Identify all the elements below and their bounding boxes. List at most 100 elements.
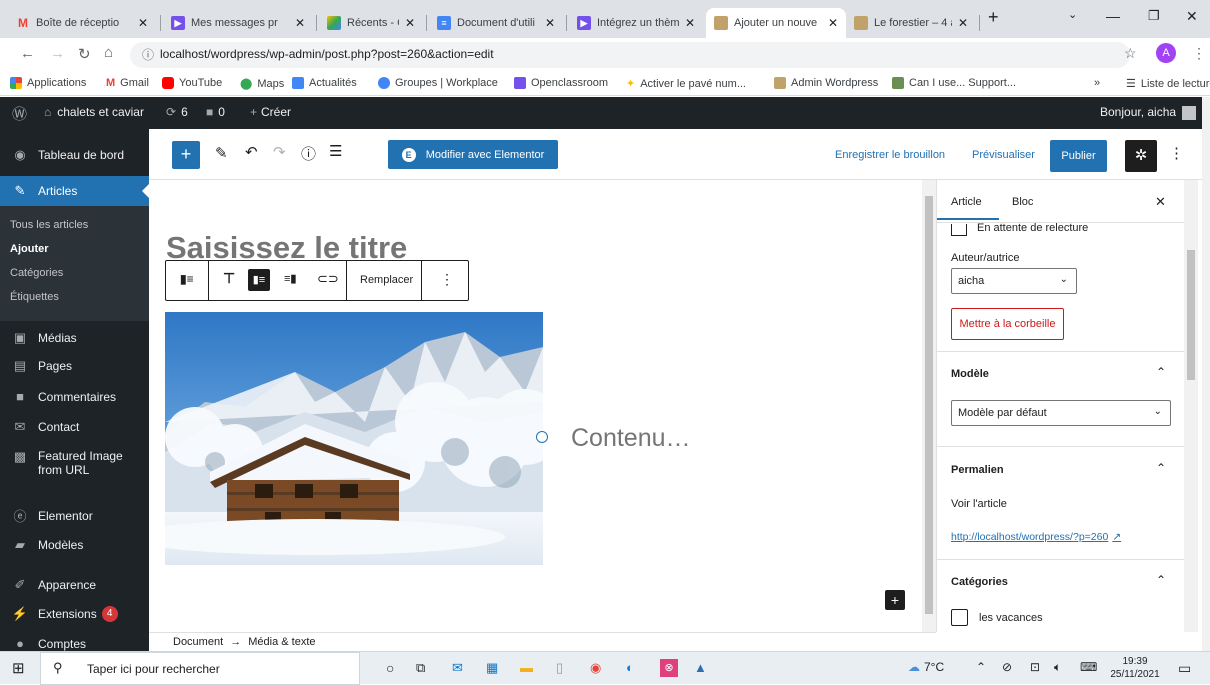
details-info-icon[interactable]: ⓘ <box>301 143 316 164</box>
sidebar-item-comments[interactable]: ■ Commentaires <box>0 389 149 404</box>
sidebar-item-articles[interactable]: ✎ Articles <box>0 176 149 206</box>
bookmark-actualites[interactable]: Actualités <box>292 77 357 89</box>
comments-link[interactable]: ■ 0 <box>206 105 225 119</box>
profile-avatar[interactable]: A <box>1156 43 1176 63</box>
language-icon[interactable]: ⌨ <box>1080 660 1097 674</box>
mail-app-icon[interactable]: ✉ <box>452 660 463 676</box>
template-select[interactable]: Modèle par défaut ⌄ <box>951 400 1171 426</box>
back-icon[interactable]: ← <box>20 45 35 62</box>
list-view-icon[interactable]: ☰ <box>329 142 342 160</box>
move-to-trash-button[interactable]: Mettre à la corbeille <box>951 308 1064 340</box>
chrome-icon[interactable]: ◉ <box>590 660 601 676</box>
align-top-icon[interactable]: ⊤ <box>223 270 235 287</box>
reading-list-button[interactable]: ☰ Liste de lecture <box>1126 77 1210 91</box>
bookmark-star-icon[interactable]: ☆ <box>1124 45 1137 62</box>
bookmark-pave-num[interactable]: ✦ Activer le pavé num... <box>626 77 746 91</box>
sidebar-item-appearance[interactable]: ✐ Apparence <box>0 577 149 593</box>
inserter-plus-button[interactable]: + <box>885 590 905 610</box>
save-draft-button[interactable]: Enregistrer le brouillon <box>835 149 945 161</box>
tab-block[interactable]: Bloc <box>1012 196 1033 208</box>
tab-article[interactable]: Article <box>951 196 982 208</box>
store-icon[interactable]: ▦ <box>486 660 498 676</box>
breadcrumb-block[interactable]: Média & texte <box>248 636 315 648</box>
redo-icon[interactable]: ↷ <box>273 143 286 161</box>
category-checkbox[interactable] <box>951 609 968 626</box>
browser-tab[interactable]: ▶ Mes messages pr ✕ <box>163 8 313 38</box>
forward-icon[interactable]: → <box>50 45 65 62</box>
show-hidden-icons[interactable]: ⌃ <box>976 660 986 674</box>
bookmark-applications[interactable]: Applications <box>10 77 86 89</box>
chalet-image[interactable] <box>165 312 543 565</box>
close-window-button[interactable]: ✕ <box>1186 8 1198 25</box>
browser-tab[interactable]: Récents - Google✕ <box>319 8 423 38</box>
tab-search-icon[interactable]: ⌄ <box>1068 8 1077 21</box>
resize-handle[interactable] <box>536 431 548 443</box>
canvas-scrollbar-thumb[interactable] <box>925 196 933 614</box>
undo-icon[interactable]: ↶ <box>245 143 258 161</box>
submenu-add[interactable]: Ajouter <box>10 243 49 255</box>
replace-button[interactable]: Remplacer <box>360 274 413 286</box>
chevron-up-icon[interactable]: ⌃ <box>1156 461 1166 475</box>
clock[interactable]: 19:39 25/11/2021 <box>1108 655 1162 681</box>
file-explorer-icon[interactable]: ▬ <box>520 660 533 675</box>
permalink-url[interactable]: http://localhost/wordpress/?p=260 ↗ <box>951 531 1121 543</box>
close-tab-icon[interactable]: ✕ <box>545 16 555 30</box>
breadcrumb-document[interactable]: Document <box>173 636 223 648</box>
bookmark-admin-wordpress[interactable]: Admin Wordpress <box>774 77 878 89</box>
tools-pencil-icon[interactable]: ✎ <box>215 144 228 162</box>
link-icon[interactable]: ⊂⊃ <box>317 271 339 287</box>
sidebar-item-elementor[interactable]: ⓔ Elementor <box>0 506 149 525</box>
edge-icon[interactable]: ◐ <box>626 660 634 675</box>
settings-gear-icon[interactable]: ✲ <box>1125 140 1157 172</box>
permalink-heading[interactable]: Permalien <box>951 464 1004 476</box>
media-right-icon[interactable]: ≡▮ <box>284 272 296 285</box>
more-bookmarks-button[interactable]: » <box>1094 77 1100 89</box>
sidebar-item-accounts[interactable]: ● Comptes <box>0 636 149 651</box>
bookmark-workplace[interactable]: Groupes | Workplace <box>378 77 498 89</box>
sidebar-item-dashboard[interactable]: ◉ Tableau de bord <box>0 147 149 163</box>
wordpress-logo-icon[interactable]: Ⓦ <box>12 103 27 124</box>
panel-scrollbar[interactable] <box>1184 180 1198 632</box>
reload-icon[interactable]: ↻ <box>78 45 91 63</box>
post-title[interactable]: Saisissez le titre <box>166 230 407 260</box>
taskbar-search-box[interactable]: ⚲ Taper ici pour rechercher <box>40 652 360 685</box>
close-tab-icon[interactable]: ✕ <box>138 16 148 30</box>
browser-tab[interactable]: ≡ Document d'utili ✕ <box>429 8 563 38</box>
edit-with-elementor-button[interactable]: E Modifier avec Elementor <box>388 140 558 169</box>
bookmark-gmail[interactable]: M Gmail <box>106 77 149 89</box>
cortana-icon[interactable]: ○ <box>386 660 394 676</box>
info-icon[interactable]: ⓘ <box>142 46 154 63</box>
bookmark-openclassroom[interactable]: Openclassroom <box>514 77 608 89</box>
close-tab-icon[interactable]: ✕ <box>828 16 838 30</box>
sidebar-item-extensions[interactable]: ⚡ Extensions 4 <box>0 606 149 622</box>
close-tab-icon[interactable]: ✕ <box>958 16 968 30</box>
page-scrollbar[interactable] <box>1202 97 1210 651</box>
battery-icon[interactable]: ⊡ <box>1030 660 1040 674</box>
categories-heading[interactable]: Catégories <box>951 576 1008 588</box>
chevron-up-icon[interactable]: ⌃ <box>1156 365 1166 379</box>
template-heading[interactable]: Modèle <box>951 368 989 380</box>
task-view-icon[interactable]: ⧉ <box>416 660 425 676</box>
volume-icon[interactable]: 🔈︎ <box>1054 660 1061 675</box>
sidebar-item-pages[interactable]: ▤ Pages <box>0 358 149 374</box>
close-tab-icon[interactable]: ✕ <box>295 16 305 30</box>
bookmark-youtube[interactable]: YouTube <box>162 77 222 89</box>
add-block-button[interactable]: + <box>172 141 200 169</box>
notepad-icon[interactable]: ▯ <box>556 660 563 676</box>
block-options-icon[interactable]: ⋮ <box>440 271 454 288</box>
sidebar-item-featured-image[interactable]: ▩ Featured Image from URL <box>0 449 149 477</box>
preview-button[interactable]: Prévisualiser <box>972 149 1035 161</box>
browser-tab[interactable]: M Boîte de réceptio ✕ <box>8 8 156 38</box>
restore-button[interactable]: ❐ <box>1148 8 1160 24</box>
browser-tab[interactable]: ▶ Intégrez un thèm ✕ <box>569 8 703 38</box>
app-icon[interactable]: ⊗ <box>660 659 678 677</box>
panel-scrollbar-thumb[interactable] <box>1187 250 1195 380</box>
new-content-link[interactable]: + Créer <box>250 105 291 119</box>
close-tab-icon[interactable]: ✕ <box>685 16 695 30</box>
submenu-all-articles[interactable]: Tous les articles <box>10 219 88 231</box>
sidebar-item-media[interactable]: ▣ Médias <box>0 330 149 346</box>
sidebar-item-contact[interactable]: ✉ Contact <box>0 419 149 435</box>
url-text[interactable]: localhost/wordpress/wp-admin/post.php?po… <box>160 47 494 61</box>
sidebar-item-templates[interactable]: ▰ Modèles <box>0 537 149 553</box>
media-left-icon[interactable]: ▮≡ <box>248 269 270 291</box>
